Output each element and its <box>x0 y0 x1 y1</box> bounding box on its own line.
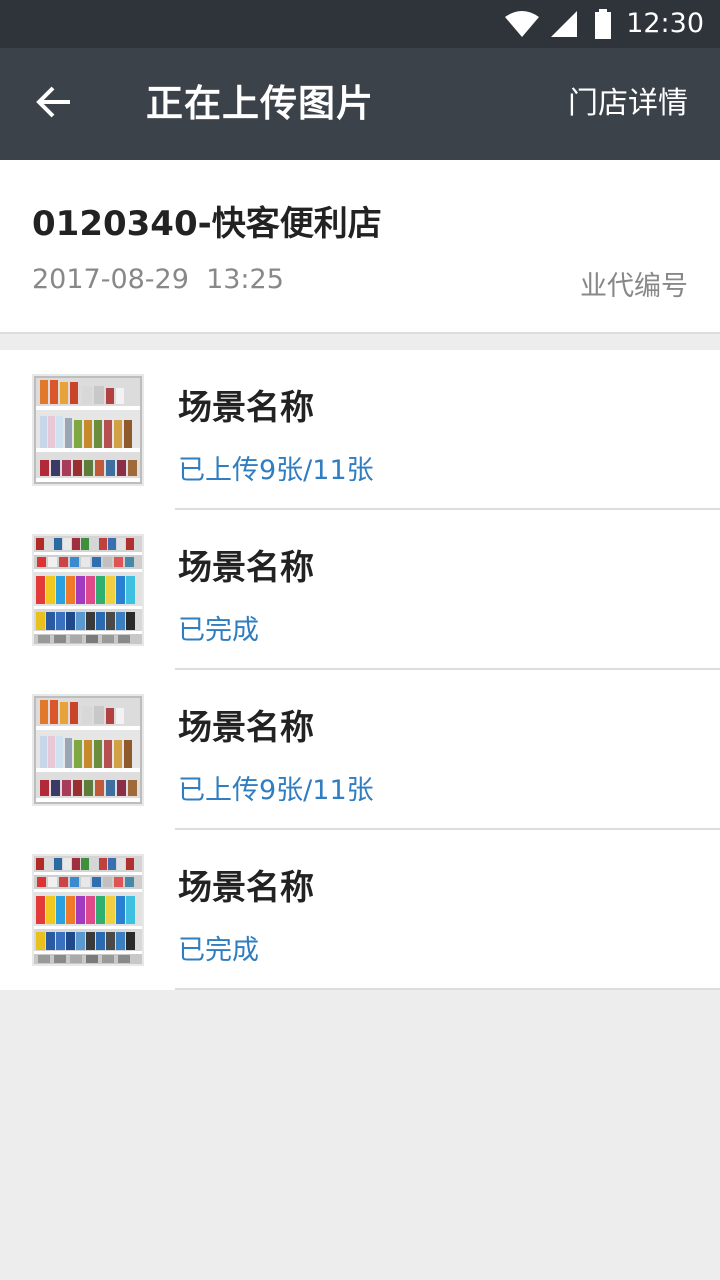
scene-thumbnail <box>32 534 144 646</box>
wifi-icon <box>504 10 540 38</box>
scene-list-item[interactable]: 场景名称 已上传9张/11张 <box>0 670 720 830</box>
store-info-card: 0120340-快客便利店 2017-08-29 13:25 业代编号 <box>0 160 720 334</box>
status-time: 12:30 <box>626 8 704 39</box>
scene-list: 场景名称 已上传9张/11张 场景名称 已完成 场景名称 已上传9张/11张 场… <box>0 350 720 990</box>
scene-name: 场景名称 <box>178 868 314 908</box>
scene-thumbnail <box>32 854 144 966</box>
store-datetime: 2017-08-29 13:25 <box>32 264 284 295</box>
scene-upload-status: 已上传9张/11张 <box>178 775 374 806</box>
scene-thumbnail <box>32 694 144 806</box>
scene-list-item[interactable]: 场景名称 已完成 <box>0 830 720 990</box>
app-bar: 正在上传图片 门店详情 <box>0 48 720 160</box>
store-name: 0120340-快客便利店 <box>32 204 382 244</box>
sales-rep-code-label: 业代编号 <box>580 271 688 302</box>
scene-upload-status: 已完成 <box>178 615 259 646</box>
divider <box>175 988 720 990</box>
page-title: 正在上传图片 <box>146 82 374 125</box>
scene-thumbnail <box>32 374 144 486</box>
scene-upload-status: 已上传9张/11张 <box>178 455 374 486</box>
scene-name: 场景名称 <box>178 388 314 428</box>
scene-list-item[interactable]: 场景名称 已上传9张/11张 <box>0 350 720 510</box>
status-icons: 12:30 <box>504 0 704 48</box>
arrow-left-icon <box>36 86 72 122</box>
store-detail-button[interactable]: 门店详情 <box>568 48 688 160</box>
back-button[interactable] <box>20 76 92 132</box>
scene-upload-status: 已完成 <box>178 935 259 966</box>
scene-name: 场景名称 <box>178 548 314 588</box>
cellular-signal-icon <box>550 10 578 38</box>
scene-list-item[interactable]: 场景名称 已完成 <box>0 510 720 670</box>
scene-name: 场景名称 <box>178 708 314 748</box>
status-bar: 12:30 <box>0 0 720 48</box>
upload-screen: 12:30 正在上传图片 门店详情 0120340-快客便利店 2017-08-… <box>0 0 720 1280</box>
battery-icon <box>594 9 612 39</box>
